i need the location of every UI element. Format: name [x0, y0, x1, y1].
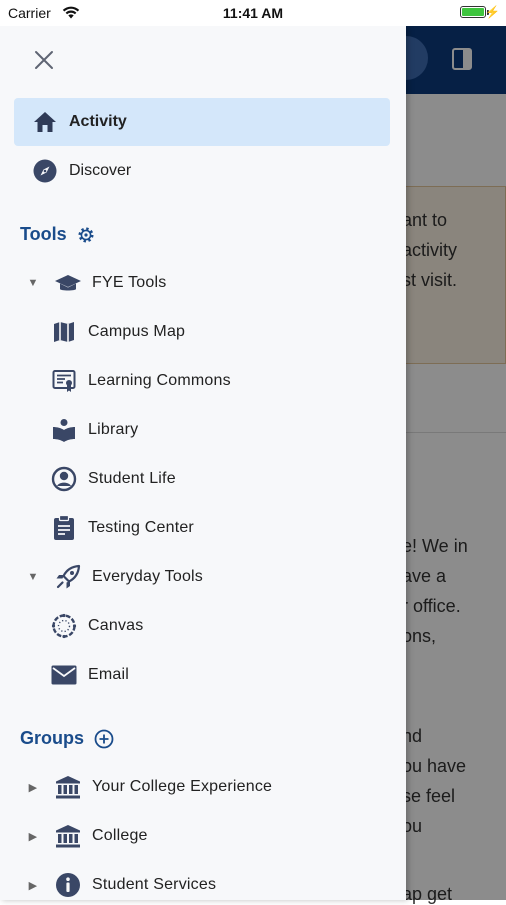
- user-circle-icon: [50, 465, 78, 493]
- nav-discover-label: Discover: [69, 162, 132, 179]
- tools-header-label: Tools: [20, 224, 67, 244]
- tool-student-life-label: Student Life: [88, 470, 176, 487]
- compass-icon: [32, 158, 58, 184]
- tools-section-header: Tools: [20, 224, 95, 245]
- groups-section-header: Groups: [20, 728, 114, 749]
- caret-right-icon: ▶: [28, 781, 38, 794]
- tool-testing-center-label: Testing Center: [88, 519, 194, 536]
- group-student-services[interactable]: ▶ Student Services: [26, 865, 216, 905]
- library-reader-icon: [50, 416, 78, 444]
- tool-canvas-label: Canvas: [88, 617, 144, 634]
- caret-down-icon: ▼: [27, 277, 39, 289]
- gear-icon[interactable]: [77, 226, 95, 244]
- battery-icon: [460, 6, 489, 18]
- tool-canvas[interactable]: Canvas: [50, 606, 143, 646]
- status-bar: Carrier 11:41 AM ⚡: [0, 0, 506, 26]
- caret-right-icon: ▶: [28, 879, 38, 892]
- map-icon: [50, 318, 78, 346]
- tool-testing-center[interactable]: Testing Center: [50, 508, 194, 548]
- tool-learning-commons[interactable]: Learning Commons: [50, 361, 231, 401]
- certificate-icon: [50, 367, 78, 395]
- group-student-services-label: Student Services: [92, 876, 217, 893]
- rocket-icon: [54, 563, 82, 591]
- tool-student-life[interactable]: Student Life: [50, 459, 176, 499]
- tool-library[interactable]: Library: [50, 410, 138, 450]
- group-your-college-experience[interactable]: ▶ Your College Experience: [26, 767, 272, 807]
- envelope-icon: [50, 661, 78, 689]
- clock: 11:41 AM: [222, 5, 284, 21]
- everyday-tools-label: Everyday Tools: [92, 568, 204, 585]
- institution-icon: [54, 773, 82, 801]
- charging-icon: ⚡: [485, 5, 500, 19]
- fye-tools-group[interactable]: ▼ FYE Tools: [26, 263, 166, 303]
- navigation-drawer: Activity Discover Tools ▼ FYE Tools Camp…: [0, 26, 406, 900]
- tool-campus-map[interactable]: Campus Map: [50, 312, 185, 352]
- graduation-cap-icon: [54, 269, 82, 297]
- tool-email[interactable]: Email: [50, 655, 129, 695]
- fye-tools-label: FYE Tools: [92, 274, 167, 291]
- tool-email-label: Email: [88, 666, 130, 683]
- groups-header-label: Groups: [20, 728, 85, 748]
- nav-activity-label: Activity: [69, 113, 127, 130]
- group-college[interactable]: ▶ College: [26, 816, 148, 856]
- group-college-label: College: [92, 827, 148, 844]
- tool-campus-map-label: Campus Map: [88, 323, 186, 340]
- group-your-college-experience-label: Your College Experience: [92, 778, 273, 795]
- institution-icon: [54, 822, 82, 850]
- tool-library-label: Library: [88, 421, 139, 438]
- canvas-logo-icon: [50, 612, 78, 640]
- caret-right-icon: ▶: [28, 830, 38, 843]
- everyday-tools-group[interactable]: ▼ Everyday Tools: [26, 557, 203, 597]
- home-icon: [32, 109, 58, 135]
- close-icon[interactable]: [30, 46, 58, 74]
- nav-activity[interactable]: Activity: [14, 98, 390, 146]
- add-circle-icon[interactable]: [94, 729, 114, 749]
- tool-learning-commons-label: Learning Commons: [88, 372, 231, 389]
- caret-down-icon: ▼: [27, 571, 39, 583]
- nav-discover[interactable]: Discover: [14, 147, 390, 195]
- info-icon: [54, 871, 82, 899]
- clipboard-icon: [50, 514, 78, 542]
